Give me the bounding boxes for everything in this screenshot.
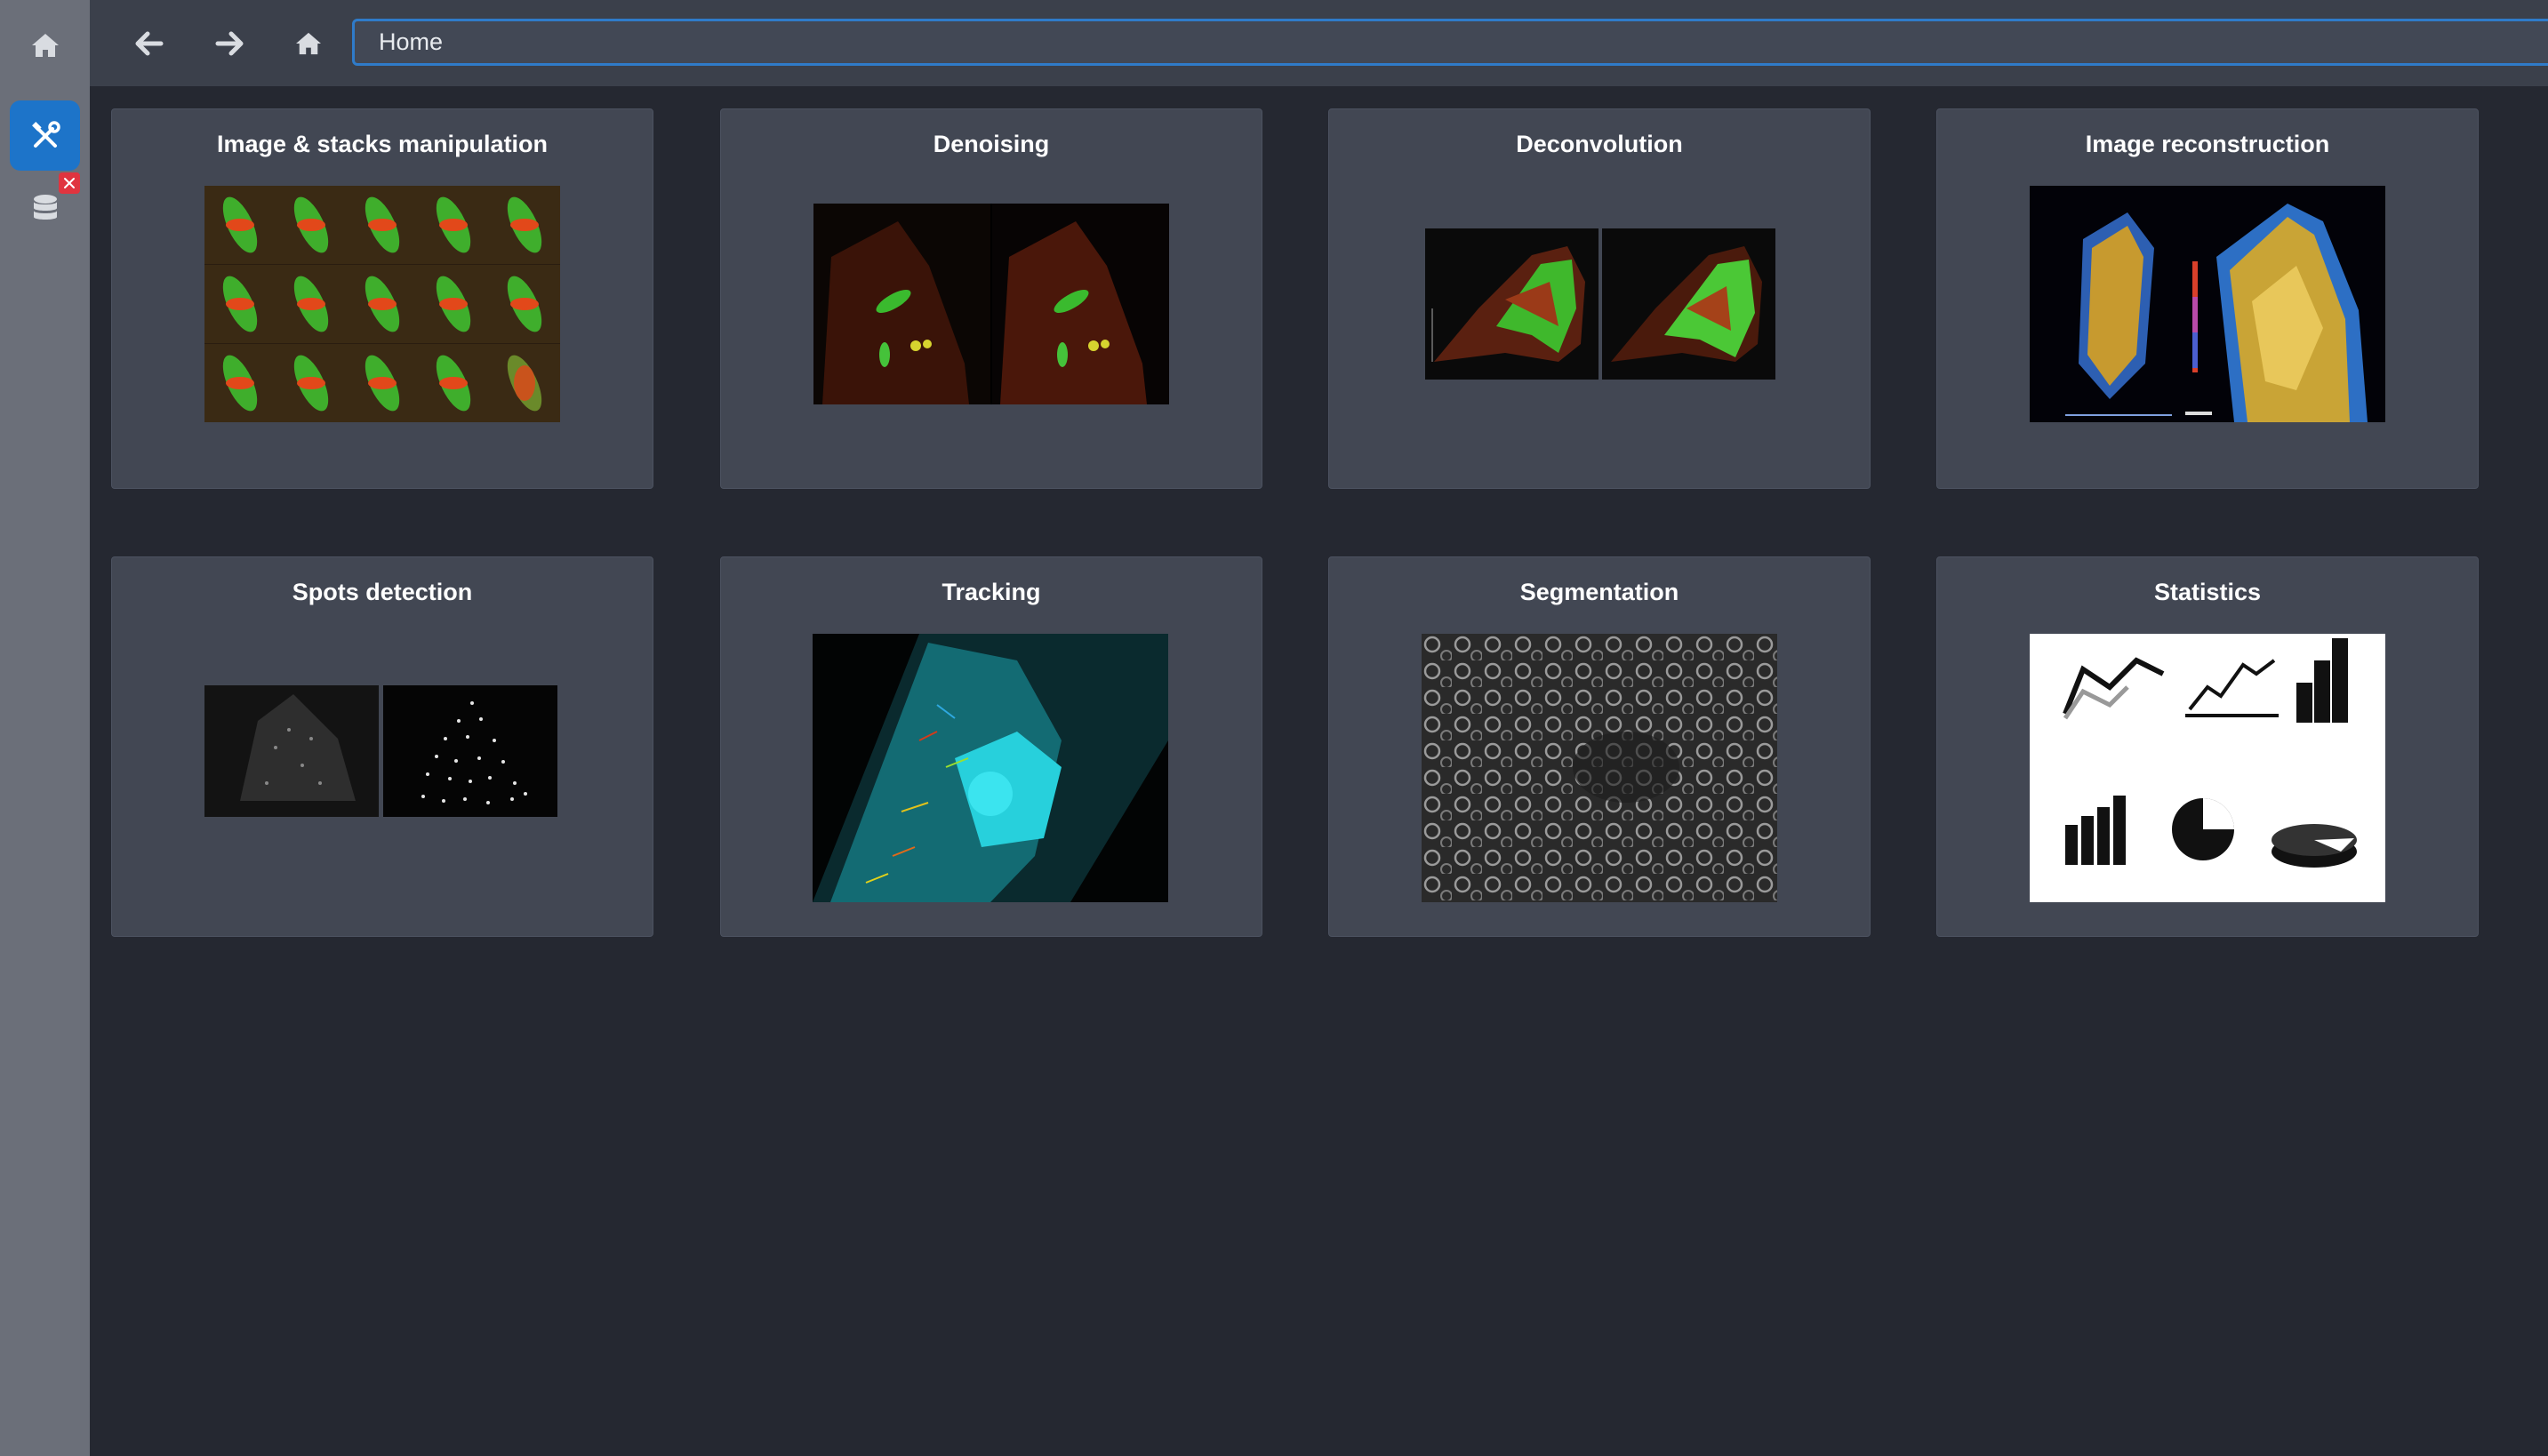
- sidebar-item-home[interactable]: [10, 10, 80, 80]
- card-image-reconstruction[interactable]: Image reconstruction: [1936, 108, 2479, 489]
- database-icon: [33, 194, 57, 220]
- card-tracking[interactable]: Tracking: [720, 556, 1262, 937]
- card-segmentation[interactable]: Segmentation: [1328, 556, 1871, 937]
- thumbnail-image: [1422, 634, 1777, 902]
- card-title: Image reconstruction: [2085, 131, 2330, 157]
- home-icon: [296, 32, 321, 55]
- card-title: Tracking: [941, 579, 1041, 605]
- sidebar-item-tools[interactable]: [10, 100, 80, 171]
- thumbnail-image: [204, 685, 379, 817]
- home-icon: [31, 33, 59, 57]
- thumbnail-image: [1602, 228, 1775, 380]
- arrow-left-icon: [135, 31, 164, 56]
- sidebar: [0, 0, 90, 1456]
- thumbnail-image: [813, 204, 1169, 404]
- card-title: Deconvolution: [1516, 131, 1683, 157]
- arrow-right-icon: [215, 31, 244, 56]
- card-title: Denoising: [933, 131, 1050, 157]
- card-title: Segmentation: [1519, 579, 1679, 605]
- card-title: Spots detection: [292, 579, 473, 605]
- thumbnail-image: [813, 634, 1168, 902]
- card-spots-detection[interactable]: Spots detection: [111, 556, 653, 937]
- card-image-stacks-manipulation[interactable]: Image & stacks manipulation: [111, 108, 653, 489]
- forward-button[interactable]: [205, 20, 253, 68]
- card-title: Image & stacks manipulation: [216, 131, 549, 157]
- thumbnail-image: [1425, 228, 1599, 380]
- toolbar: [90, 0, 2548, 86]
- thumbnail-image: [2030, 634, 2385, 902]
- tools-icon: [31, 120, 60, 148]
- back-button[interactable]: [125, 20, 173, 68]
- card-title: Statistics: [2153, 579, 2262, 605]
- thumbnail-image: [383, 685, 557, 817]
- thumbnail-image: [2030, 186, 2385, 422]
- address-input[interactable]: [352, 19, 2548, 66]
- card-statistics[interactable]: Statistics: [1936, 556, 2479, 937]
- thumbnail-image: [204, 186, 560, 422]
- card-deconvolution[interactable]: Deconvolution: [1328, 108, 1871, 489]
- home-button[interactable]: [284, 20, 333, 68]
- card-denoising[interactable]: Denoising: [720, 108, 1262, 489]
- close-icon[interactable]: [59, 172, 80, 194]
